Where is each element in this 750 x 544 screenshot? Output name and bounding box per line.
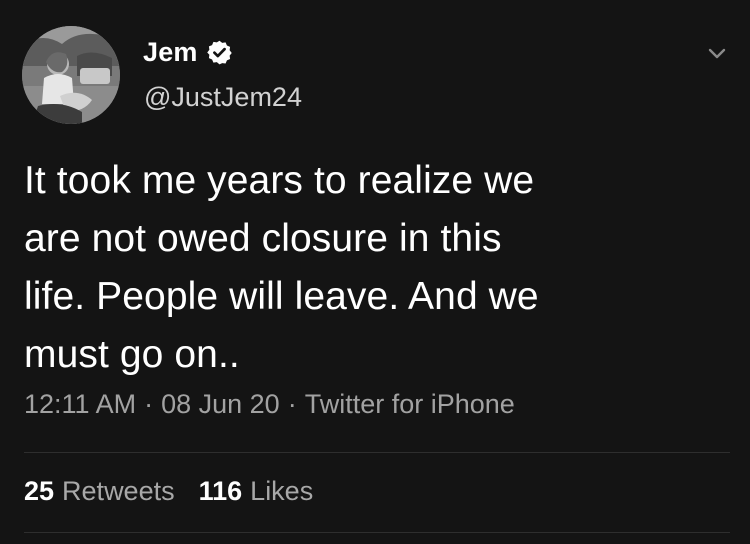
tweet-source[interactable]: Twitter for iPhone [305, 389, 515, 419]
tweet-card: Jem @JustJem24 It took me years to reali… [0, 0, 750, 544]
retweets-label: Retweets [62, 476, 175, 506]
retweets-count: 25 [24, 476, 55, 506]
avatar[interactable] [22, 26, 120, 124]
tweet-date[interactable]: 08 Jun 20 [161, 389, 280, 419]
likes-stat[interactable]: 116 Likes [199, 476, 314, 507]
tweet-text-line: must go on.. [24, 333, 240, 376]
tweet-stats: 25 Retweets 116 Likes [24, 476, 313, 507]
tweet-meta: 12:11 AM · 08 Jun 20 · Twitter for iPhone [24, 389, 515, 420]
user-handle[interactable]: @JustJem24 [144, 82, 302, 113]
tweet-text-line: life. People will leave. And we [24, 275, 539, 318]
meta-separator: · [144, 389, 154, 419]
likes-count: 116 [198, 476, 243, 506]
retweets-stat[interactable]: 25 Retweets [24, 476, 175, 507]
tweet-text-line: It took me years to realize we [24, 159, 535, 202]
meta-separator: · [287, 389, 297, 419]
display-name[interactable]: Jem [143, 37, 198, 68]
verified-badge-icon [206, 39, 233, 66]
tweet-time[interactable]: 12:11 AM [24, 389, 136, 419]
divider [24, 452, 730, 453]
tweet-text: It took me years to realize we are not o… [24, 152, 714, 384]
tweet-text-line: are not owed closure in this [24, 217, 502, 260]
likes-label: Likes [250, 476, 314, 506]
chevron-down-icon[interactable] [704, 40, 730, 66]
avatar-photo [22, 26, 120, 124]
display-name-row[interactable]: Jem [143, 34, 233, 70]
divider [24, 532, 730, 533]
